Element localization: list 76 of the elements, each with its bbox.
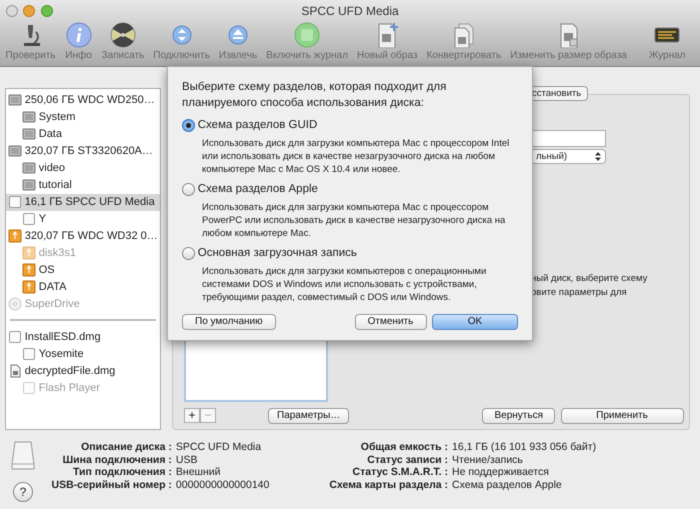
info-value: SPCC UFD Media (176, 441, 262, 454)
info-label: Статус записи : (366, 454, 448, 466)
zoom-window-button[interactable] (40, 5, 52, 17)
drive-icon (22, 347, 36, 362)
revert-button[interactable]: Вернуться (482, 408, 555, 424)
disk-image-icon (8, 364, 22, 378)
info-label: Описание диска : (80, 441, 172, 454)
option-description: Использовать диск для загрузки компьютеров с операционными системами DOS и Windows или использовать с устройствами, требующими раздел, совместимый с DOS или Windows. (202, 265, 488, 304)
disk-icon[interactable] (293, 22, 322, 48)
sidebar-item[interactable]: decryptedFile.dmg (6, 362, 160, 380)
option-label[interactable]: Основная загрузочная запись (198, 245, 357, 262)
info-value: Не поддерживается (452, 466, 550, 478)
drive-icon (11, 441, 35, 471)
info-value: Внешний (176, 466, 222, 478)
dialog-button[interactable]: По умолчанию (182, 314, 276, 330)
external-drive-icon (22, 280, 36, 294)
window-title: SPCC UFD Media (301, 4, 399, 18)
radio-button[interactable] (182, 182, 195, 196)
radio-button[interactable] (182, 118, 195, 132)
info-label: Шина подключения : (62, 454, 172, 466)
option-description: Использовать диск для загрузки компьютера Mac с процессором Intel или использовать диск в качестве незагрузочного диска на любом компьютере Mac с Mac OS X 10.4 или новее. (202, 136, 510, 176)
close-window-button[interactable] (6, 5, 18, 17)
sidebar-item[interactable]: Data (6, 126, 160, 143)
info-label: Статус S.M.A.R.T. : (352, 466, 448, 478)
option-label[interactable]: Схема разделов Apple (198, 180, 318, 198)
hard-drive-icon (22, 178, 36, 192)
info-label: Тип подключения : (72, 466, 172, 478)
drive-icon (22, 381, 36, 396)
add-button[interactable]: + (184, 408, 200, 423)
options-button[interactable]: Параметры… (268, 408, 350, 424)
sidebar-item[interactable]: 320,07 ГБ ST3320620A… (6, 142, 160, 160)
external-drive-icon (22, 263, 36, 278)
hard-drive-icon (22, 110, 36, 124)
drive-icon (8, 330, 22, 344)
external-drive-icon (8, 229, 22, 244)
hard-drive-icon (8, 144, 22, 158)
sidebar-item[interactable]: 320,07 ГБ WDC WD32 0… (6, 228, 160, 245)
sidebar-item[interactable]: tutorial (6, 176, 160, 194)
hard-drive-icon (22, 127, 36, 142)
radio-button[interactable] (182, 247, 195, 260)
optical-disc-icon (8, 297, 22, 312)
external-drive-icon (22, 246, 36, 260)
info-value: 0000000000000140 (176, 478, 270, 491)
hard-drive-icon (22, 161, 36, 176)
sidebar-item[interactable]: OS (6, 262, 160, 279)
option-description: Использовать диск для загрузки компьютера Mac с процессором PowerPC или использовать диск в качестве незагрузочного диска на любом компьютере Mac. (202, 201, 506, 240)
info-icon[interactable] (64, 22, 93, 48)
ok-button[interactable]: OK (432, 314, 518, 330)
sidebar-item[interactable]: 16,1 ГБ SPCC UFD Media (6, 194, 160, 211)
minimize-window-button[interactable] (23, 5, 35, 17)
sidebar-item[interactable]: video (6, 160, 160, 177)
option-label[interactable]: Схема разделов GUID (198, 116, 318, 134)
sidebar-item[interactable]: System (6, 108, 160, 126)
apply-button[interactable]: Применить (560, 408, 684, 424)
stepper-icon (595, 152, 601, 162)
radiation-disc-icon[interactable] (108, 22, 137, 48)
sidebar-item[interactable]: 250,06 ГБ WDC WD250… (6, 92, 160, 109)
help-button[interactable]: ? (13, 482, 33, 502)
format-popup[interactable]: льный) (531, 149, 606, 164)
hard-drive-icon (8, 93, 22, 108)
text-field[interactable] (531, 130, 606, 146)
dialog-button[interactable]: Отменить (354, 314, 426, 330)
sidebar-item[interactable]: InstallESD.dmg (6, 328, 160, 346)
info-value: 16,1 ГБ (16 101 933 056 байт) (452, 441, 596, 454)
drive-icon (22, 212, 36, 226)
info-label: Общая емкость : (360, 441, 448, 454)
info-value: Чтение/запись (452, 454, 524, 466)
sidebar-item[interactable]: Y (6, 210, 160, 228)
dialog-prompt: Выберите схему разделов, которая подходит для планируемого способа использования диска: (182, 80, 448, 111)
info-label: Схема карты раздела : (329, 478, 448, 491)
drive-icon (8, 195, 22, 210)
sidebar-item[interactable]: Yosemite (6, 346, 160, 363)
info-value: USB (176, 454, 198, 466)
info-value: Схема разделов Apple (452, 478, 563, 491)
sidebar-item[interactable]: DATA (6, 278, 160, 296)
info-label: USB-серийный номер : (52, 478, 172, 491)
